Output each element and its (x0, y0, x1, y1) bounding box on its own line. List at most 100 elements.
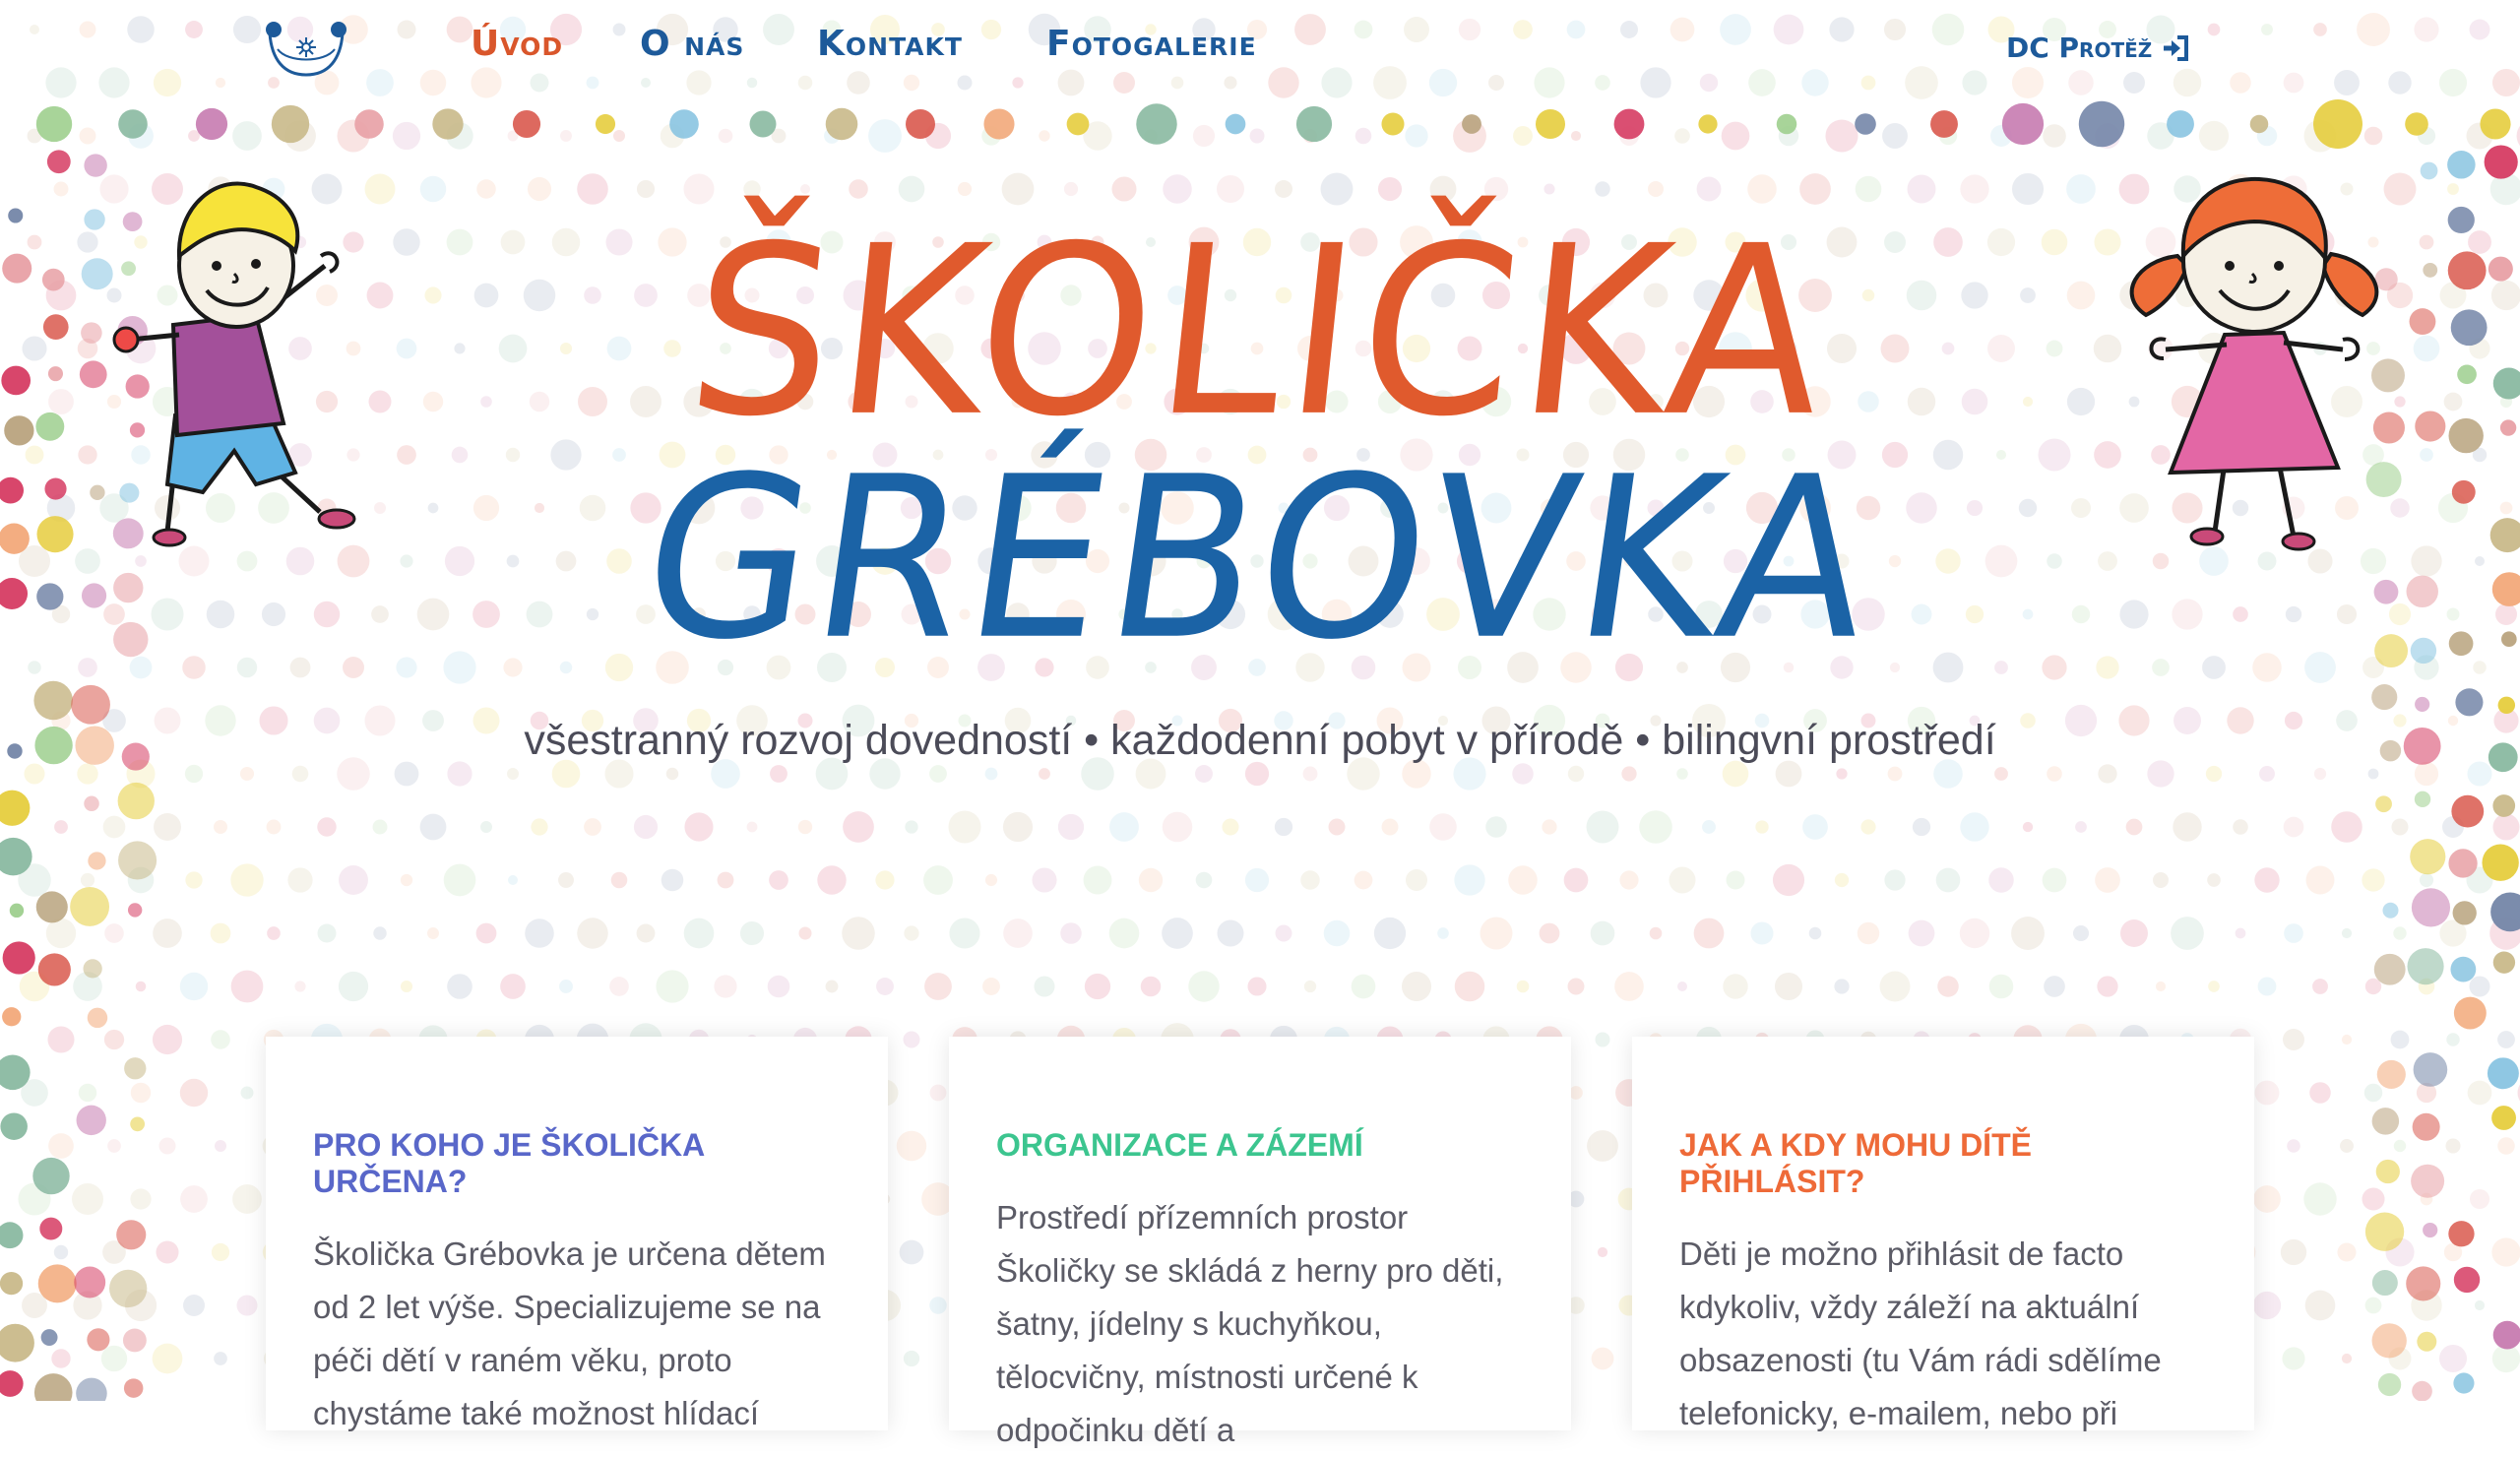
decor-dot (84, 795, 99, 812)
decor-dot (1508, 865, 1538, 895)
decor-dot (236, 1295, 258, 1316)
decor-dot (156, 1240, 179, 1264)
decor-dot (118, 841, 158, 880)
decor-dot (158, 1137, 176, 1155)
decor-dot (1808, 926, 1822, 940)
decor-dot (2043, 124, 2066, 148)
decor-dot (35, 105, 73, 143)
decor-dot (9, 903, 25, 919)
decor-dot (798, 926, 812, 940)
decor-dot (2391, 818, 2409, 836)
decor-dot (2415, 696, 2430, 713)
decor-dot (636, 179, 656, 199)
decor-dot (240, 1086, 254, 1100)
decor-dot (232, 121, 262, 151)
decor-dot (661, 868, 684, 892)
decor-dot (2491, 1237, 2520, 1267)
decor-dot (1772, 863, 1805, 897)
decor-dot (1136, 103, 1177, 145)
decor-dot (1244, 761, 1270, 787)
decor-dot (373, 926, 387, 940)
decor-dot (929, 1084, 947, 1102)
decor-dot (1354, 870, 1373, 890)
decor-dot (1300, 870, 1320, 890)
decor-dot (2410, 839, 2446, 875)
decor-dot (1542, 819, 1557, 835)
decor-dot (2303, 1182, 2337, 1216)
decor-dot (507, 874, 519, 886)
decor-dot (1649, 926, 1663, 940)
decor-dot (2253, 1185, 2281, 1213)
decor-dot (949, 918, 980, 949)
decor-dot (2447, 183, 2459, 195)
decor-dot (843, 811, 874, 843)
decor-dot (48, 1133, 74, 1159)
decor-dot (743, 180, 761, 198)
decor-dot (2469, 1188, 2490, 1210)
decor-dot (1855, 113, 1876, 135)
decor-dot (1825, 119, 1858, 153)
decor-dot (1960, 812, 1989, 842)
decor-dot (2312, 979, 2328, 994)
decor-dot (1192, 124, 1216, 148)
decor-dot (2411, 1164, 2445, 1198)
decor-dot (1295, 105, 1333, 143)
decor-dot (184, 764, 204, 784)
decor-dot (656, 970, 689, 1003)
decor-dot (87, 1328, 110, 1352)
decor-dot (130, 1188, 152, 1210)
decor-dot (2382, 902, 2399, 919)
nav-link-kontakt[interactable]: Kontakt (817, 24, 963, 64)
decor-dot (799, 183, 811, 195)
decor-dot (0, 1323, 34, 1362)
decor-dot (271, 104, 310, 144)
decor-dot (230, 970, 264, 1003)
decor-dot (2305, 865, 2335, 895)
decor-dot (1930, 110, 1958, 138)
decor-dot (100, 1345, 128, 1372)
login-label: DC Protěž (2006, 32, 2153, 64)
decor-dot (37, 1264, 77, 1303)
decor-dot (584, 818, 601, 836)
nav-link-o-nas[interactable]: O nás (640, 24, 744, 64)
decor-dot (1002, 811, 1034, 843)
decor-dot (2282, 1347, 2305, 1370)
decor-dot (1381, 818, 1399, 836)
decor-dot (135, 981, 147, 992)
login-link[interactable]: DC Protěž (2006, 32, 2191, 64)
nav-link-fotogalerie[interactable]: Fotogalerie (1046, 24, 1257, 64)
decor-dot (1988, 974, 2014, 999)
decor-dot (923, 865, 953, 895)
decor-dot (2367, 768, 2379, 780)
decor-dot (1401, 971, 1432, 1002)
decor-dot (0, 790, 31, 826)
decor-dot (267, 926, 281, 940)
decor-dot (1003, 919, 1033, 948)
decor-dot (287, 867, 313, 893)
decor-dot (152, 1024, 183, 1055)
nav-link-uvod[interactable]: Úvod (471, 24, 563, 64)
decor-dot (447, 761, 472, 787)
decor-dot (739, 920, 765, 946)
decor-dot (195, 107, 228, 141)
decor-dot (2257, 977, 2277, 996)
decor-dot (2120, 919, 2148, 947)
decor-dot (1109, 812, 1139, 842)
decor-dot (1834, 979, 1850, 994)
decor-dot (1032, 867, 1057, 893)
decor-dot (79, 127, 96, 145)
decor-dot (400, 873, 413, 887)
decor-dot (595, 113, 616, 135)
school-logo-icon[interactable] (264, 20, 348, 79)
decor-dot (2078, 100, 2125, 148)
decor-dot (214, 1352, 227, 1365)
decor-dot (2516, 125, 2520, 147)
decor-dot (2362, 1187, 2385, 1211)
decor-dot (1882, 123, 1908, 149)
decor-dot (124, 1057, 147, 1080)
decor-dot (1454, 971, 1485, 1002)
decor-dot (1462, 114, 1481, 134)
decor-dot (2337, 1242, 2357, 1262)
decor-dot (419, 813, 447, 841)
decor-dot (54, 820, 68, 834)
